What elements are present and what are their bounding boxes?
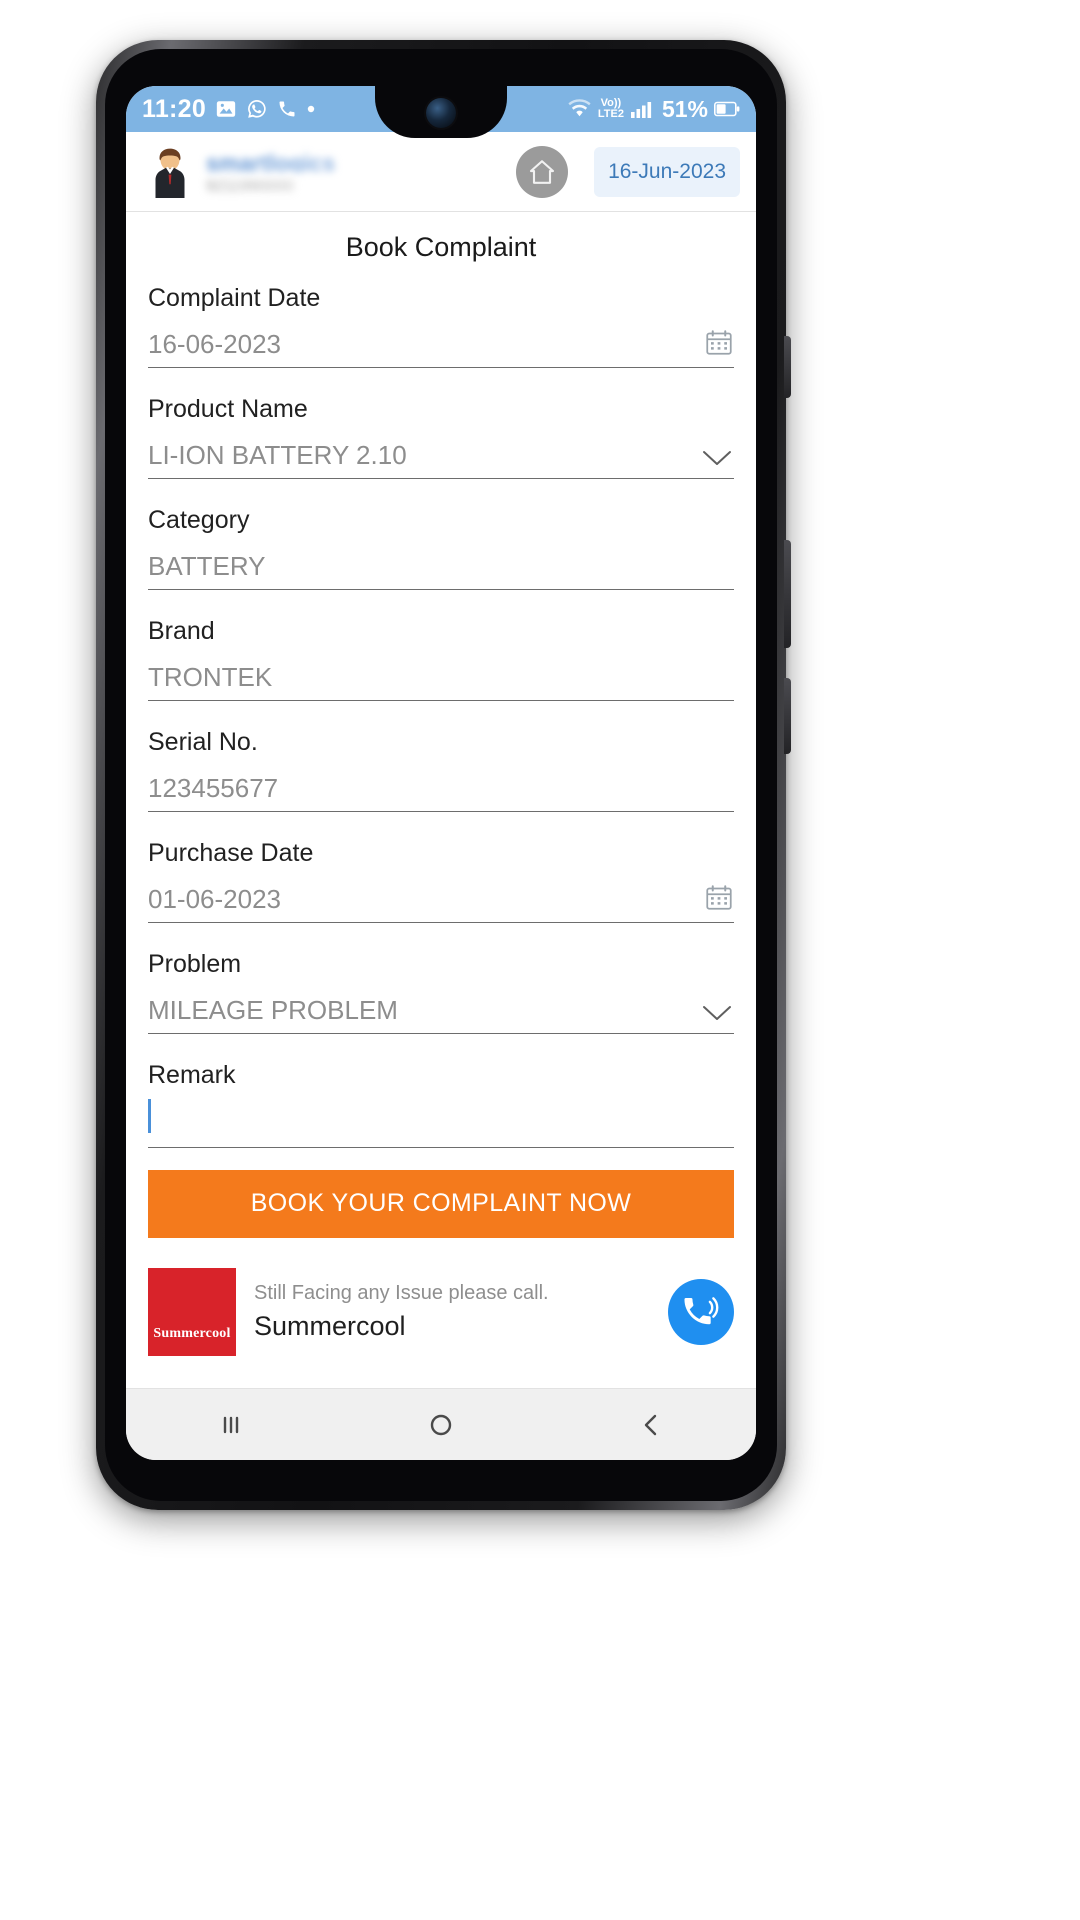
- field-label: Remark: [148, 1061, 236, 1089]
- field-label: Complaint Date: [148, 284, 321, 312]
- avatar[interactable]: [148, 146, 192, 198]
- wifi-icon: [567, 99, 592, 119]
- back-chevron-icon[interactable]: [596, 1389, 706, 1460]
- field-label: Serial No.: [148, 728, 258, 756]
- phone-call-icon: [277, 99, 297, 119]
- volte-icon: Vo)) LTE2: [598, 98, 624, 120]
- chevron-down-icon[interactable]: [700, 447, 734, 471]
- user-subtitle: 9211990000: [206, 178, 310, 195]
- field-input-row[interactable]: TRONTEK: [148, 655, 734, 701]
- chevron-down-icon[interactable]: [700, 1002, 734, 1026]
- field-label: Product Name: [148, 395, 308, 423]
- product-name-value[interactable]: LI-ION BATTERY 2.10: [148, 440, 700, 471]
- field-label: Brand: [148, 617, 215, 645]
- field-label: Problem: [148, 950, 242, 978]
- field-serial-no: Serial No. 123455677: [148, 721, 734, 812]
- footer-brand: Summercool: [254, 1310, 406, 1341]
- front-camera-icon: [426, 98, 456, 128]
- field-purchase-date: Purchase Date 01-06-2023: [148, 832, 734, 923]
- field-input-row[interactable]: BATTERY: [148, 544, 734, 590]
- battery-icon: [714, 101, 740, 117]
- camera-notch: [375, 86, 507, 138]
- android-nav-bar: [126, 1388, 756, 1460]
- field-remark: Remark: [148, 1054, 734, 1148]
- field-input-row[interactable]: 01-06-2023: [148, 877, 734, 923]
- volte-bottom-label: LTE2: [597, 108, 624, 120]
- field-input-row[interactable]: 123455677: [148, 766, 734, 812]
- text-cursor: [148, 1099, 151, 1133]
- summercool-logo-text: Summercool: [153, 1325, 231, 1341]
- purchase-date-value[interactable]: 01-06-2023: [148, 884, 704, 915]
- page-title: Book Complaint: [345, 232, 537, 262]
- status-bar-right: Vo)) LTE2 51%: [567, 96, 740, 123]
- field-problem: Problem MILEAGE PROBLEM: [148, 943, 734, 1034]
- phone-volume-icon[interactable]: [668, 1278, 734, 1345]
- field-label: Purchase Date: [148, 839, 314, 867]
- field-input-row[interactable]: [148, 1099, 734, 1148]
- status-time: 11:20: [142, 94, 207, 123]
- cellular-signal-icon: [630, 99, 654, 119]
- field-input-row[interactable]: LI-ION BATTERY 2.10: [148, 433, 734, 479]
- dot-icon: [306, 104, 316, 114]
- footer-caption: Still Facing any Issue please call.: [254, 1281, 549, 1304]
- calendar-icon[interactable]: [704, 328, 734, 360]
- category-value[interactable]: BATTERY: [148, 551, 734, 582]
- field-product-name: Product Name LI-ION BATTERY 2.10: [148, 388, 734, 479]
- user-name: smartlogics: [206, 150, 358, 176]
- status-bar: 11:20 Vo)) LTE2 51%: [126, 86, 756, 138]
- photos-icon: [215, 98, 237, 120]
- app-header: smartlogics 9211990000 16-Jun-2023: [126, 132, 756, 212]
- footer-text-block: Still Facing any Issue please call. Summ…: [254, 1282, 650, 1342]
- recents-icon[interactable]: [176, 1389, 286, 1460]
- status-bar-left: 11:20: [142, 95, 316, 124]
- side-button-extra[interactable]: [784, 336, 791, 398]
- field-input-row[interactable]: MILEAGE PROBLEM: [148, 988, 734, 1034]
- summercool-logo: Summercool: [148, 1267, 236, 1356]
- volume-button[interactable]: [784, 540, 791, 648]
- field-input-row[interactable]: 16-06-2023: [148, 322, 734, 368]
- home-circle-icon[interactable]: [386, 1389, 496, 1460]
- phone-screen: 11:20 Vo)) LTE2 51% smartlogics 92119900…: [126, 86, 756, 1460]
- user-info: smartlogics 9211990000: [206, 150, 358, 195]
- calendar-icon[interactable]: [704, 883, 734, 915]
- battery-percent-label: 51%: [661, 95, 708, 122]
- complaint-date-value[interactable]: 16-06-2023: [148, 329, 704, 360]
- serial-no-value[interactable]: 123455677: [148, 773, 734, 804]
- complaint-form: Book Complaint Complaint Date 16-06-2023…: [126, 212, 756, 1238]
- field-label: Category: [148, 506, 250, 534]
- remark-value[interactable]: [148, 1099, 734, 1140]
- date-badge[interactable]: 16-Jun-2023: [594, 146, 740, 197]
- book-complaint-button[interactable]: BOOK YOUR COMPLAINT NOW: [148, 1169, 734, 1238]
- footer-help-bar: Summercool Still Facing any Issue please…: [126, 1260, 756, 1364]
- power-button[interactable]: [784, 678, 791, 754]
- field-brand: Brand TRONTEK: [148, 610, 734, 701]
- field-category: Category BATTERY: [148, 499, 734, 590]
- field-complaint-date: Complaint Date 16-06-2023: [148, 277, 734, 368]
- whatsapp-icon: [246, 98, 268, 120]
- problem-value[interactable]: MILEAGE PROBLEM: [148, 995, 700, 1026]
- brand-value[interactable]: TRONTEK: [148, 662, 734, 693]
- home-icon[interactable]: [516, 145, 569, 198]
